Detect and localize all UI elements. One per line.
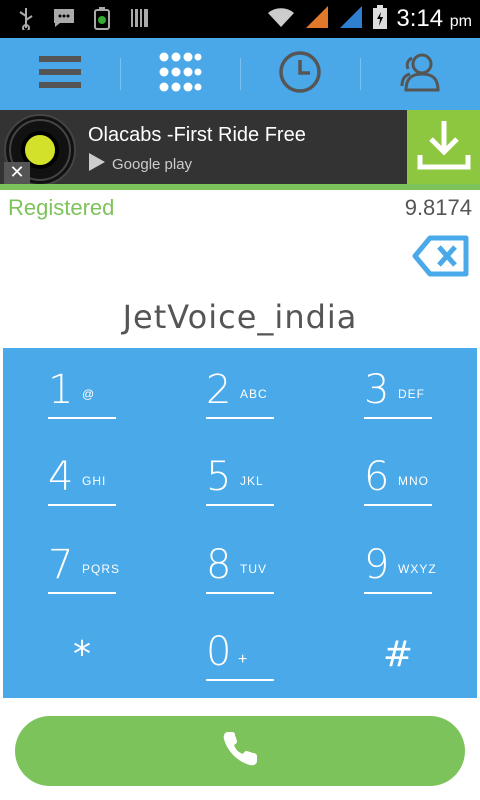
key-7[interactable]: 7 PQRS: [3, 523, 161, 611]
status-bar: 3:14 pm: [0, 0, 480, 38]
signal-icon: [304, 4, 330, 34]
clock-time: 3:14 pm: [396, 5, 472, 32]
battery-saver-icon: [90, 6, 114, 30]
key-hash[interactable]: #: [319, 611, 477, 699]
nav-dialpad[interactable]: [120, 38, 240, 110]
key-3[interactable]: 3 DEF: [319, 348, 477, 436]
backspace-icon: [412, 235, 470, 282]
nav-menu[interactable]: [0, 38, 120, 110]
clock-icon: [278, 50, 322, 98]
play-icon: [88, 152, 106, 176]
dialpad-icon: [158, 51, 202, 97]
top-nav: [0, 38, 480, 110]
key-6[interactable]: 6 MNO: [319, 436, 477, 524]
backspace-button[interactable]: [412, 234, 470, 278]
key-2[interactable]: 2 ABC: [161, 348, 319, 436]
key-5[interactable]: 5 JKL: [161, 436, 319, 524]
key-8[interactable]: 8 TUV: [161, 523, 319, 611]
key-4[interactable]: 4 GHI: [3, 436, 161, 524]
ad-divider: [0, 184, 480, 190]
barcode-icon: [128, 6, 152, 30]
ad-store-badge: Google play: [88, 152, 192, 176]
ad-title: Olacabs -First Ride Free: [88, 124, 306, 146]
menu-icon: [39, 52, 81, 96]
keypad: 1 @ 2 ABC 3 DEF 4 GHI 5 JKL 6 MNO 7 PQRS 8 TUV 9…: [3, 348, 477, 698]
registration-status: Registered: [8, 195, 115, 220]
signal-icon: [338, 4, 364, 34]
nav-contacts[interactable]: [360, 38, 480, 110]
balance-value: 9.8174: [404, 195, 472, 220]
usb-icon: [14, 6, 38, 30]
ad-download-button[interactable]: [407, 110, 480, 184]
key-star[interactable]: *: [3, 611, 161, 699]
ad-close-button[interactable]: ✕: [4, 162, 30, 184]
key-0[interactable]: 0 +: [161, 611, 319, 699]
message-icon: [52, 6, 76, 30]
battery-icon: [372, 4, 388, 34]
key-9[interactable]: 9 WXYZ: [319, 523, 477, 611]
nav-history[interactable]: [240, 38, 360, 110]
contacts-icon: [398, 50, 442, 98]
download-icon: [417, 119, 471, 175]
dialed-number: JetVoice_india: [122, 298, 358, 336]
key-1[interactable]: 1 @: [3, 348, 161, 436]
phone-icon: [220, 729, 260, 773]
wifi-icon: [266, 5, 296, 33]
call-button[interactable]: [15, 716, 465, 786]
